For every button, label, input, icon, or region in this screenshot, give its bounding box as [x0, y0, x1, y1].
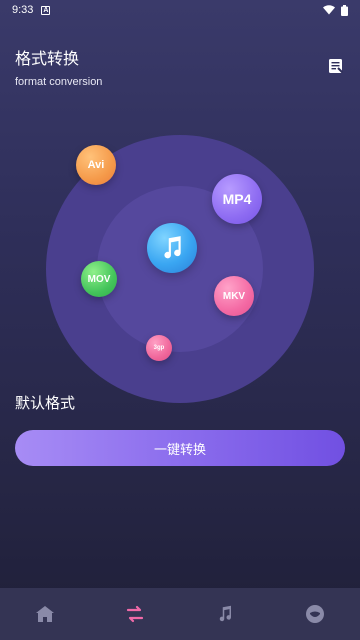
format-mp4-bubble[interactable]: MP4 [212, 174, 262, 224]
profile-icon [306, 605, 324, 623]
page-title: 格式转换 [15, 51, 80, 68]
status-time: 9:33 [12, 4, 34, 16]
nav-profile[interactable] [270, 588, 360, 640]
format-avi-bubble[interactable]: Avi [76, 145, 116, 185]
format-mkv-bubble[interactable]: MKV [214, 276, 254, 316]
music-note-icon [164, 236, 181, 259]
document-list-icon [329, 59, 344, 74]
home-icon [36, 606, 54, 622]
status-bar: 9:33 A [0, 0, 360, 20]
status-right [323, 4, 348, 16]
format-mov-bubble[interactable]: MOV [81, 261, 117, 297]
notification-icon: A [41, 5, 51, 15]
page-subtitle: format conversion [15, 76, 103, 88]
nav-convert[interactable] [90, 588, 180, 640]
center-music-button[interactable] [147, 223, 197, 273]
one-click-convert-button[interactable]: 一键转换 [15, 430, 345, 466]
format-3gp-bubble[interactable]: 3gp [146, 335, 172, 361]
battery-icon [341, 4, 348, 16]
nav-music[interactable] [180, 588, 270, 640]
nav-home[interactable] [0, 588, 90, 640]
convert-icon [126, 605, 144, 623]
wifi-icon [323, 5, 335, 15]
status-left: 9:33 A [12, 4, 51, 16]
default-format-label: 默认格式 [15, 395, 76, 412]
music-icon [219, 605, 232, 622]
conversion-list-button[interactable] [326, 56, 346, 76]
bottom-nav [0, 588, 360, 640]
